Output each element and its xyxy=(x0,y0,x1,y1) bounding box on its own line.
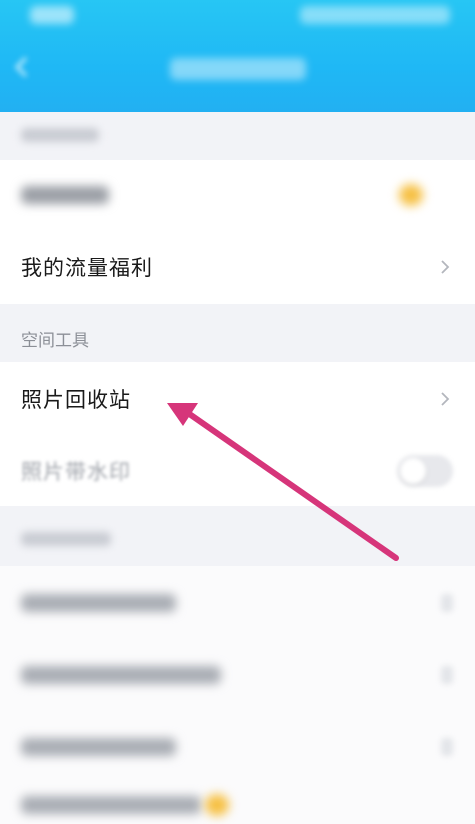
row-label: 照片带水印 xyxy=(21,460,131,484)
section-label-blurred xyxy=(21,532,111,546)
settings-row-traffic-welfare[interactable]: 我的流量福利 xyxy=(0,232,475,302)
settings-group-3 xyxy=(0,566,475,824)
chevron-right-icon xyxy=(441,666,453,684)
status-time-blurred xyxy=(30,6,74,24)
chevron-right-icon xyxy=(441,260,450,274)
settings-row-photo-recycle[interactable]: 照片回收站 xyxy=(0,364,475,434)
row-label-blurred xyxy=(21,796,201,814)
chevron-right-icon xyxy=(441,594,453,612)
badge-icon xyxy=(205,794,229,816)
row-label-blurred xyxy=(21,594,176,612)
settings-screen: 我的流量福利 空间工具 照片回收站 照片带水印 xyxy=(0,0,475,824)
back-arrow-icon[interactable] xyxy=(12,56,32,78)
chevron-right-icon xyxy=(441,392,450,406)
settings-row-blurred[interactable] xyxy=(0,640,475,710)
row-label-blurred xyxy=(21,666,221,684)
row-label: 照片回收站 xyxy=(21,388,131,412)
settings-row-blurred[interactable] xyxy=(0,784,475,824)
row-label-blurred xyxy=(21,186,109,204)
page-title-blurred xyxy=(170,58,306,80)
header-bar xyxy=(0,0,475,112)
row-label-blurred xyxy=(21,738,176,756)
chevron-right-icon xyxy=(441,738,453,756)
settings-row-blurred[interactable] xyxy=(0,712,475,782)
settings-row-photo-watermark[interactable]: 照片带水印 xyxy=(0,436,475,506)
watermark-toggle[interactable] xyxy=(397,455,453,487)
section-label-space-tools: 空间工具 xyxy=(21,331,89,351)
row-label: 我的流量福利 xyxy=(21,256,153,280)
settings-row-blurred[interactable] xyxy=(0,568,475,638)
settings-row-blurred[interactable] xyxy=(0,160,475,230)
status-icons-blurred xyxy=(300,6,450,24)
toggle-knob xyxy=(400,458,426,484)
settings-group-space-tools: 照片回收站 照片带水印 xyxy=(0,362,475,506)
section-label-blurred xyxy=(21,128,99,142)
status-bar xyxy=(0,0,475,36)
settings-group-1: 我的流量福利 xyxy=(0,160,475,304)
badge-icon xyxy=(399,184,423,206)
